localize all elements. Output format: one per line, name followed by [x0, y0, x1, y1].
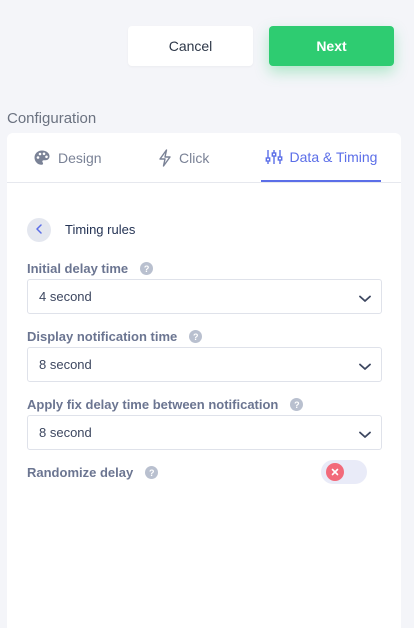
toggle-knob [326, 463, 344, 481]
lightning-icon [158, 148, 172, 167]
randomize-delay-label: Randomize delay ? [27, 465, 159, 480]
chevron-left-icon [35, 221, 43, 239]
tab-design[interactable]: Design [33, 133, 102, 182]
help-icon[interactable]: ? [145, 466, 159, 479]
initial-delay-value: 4 second [39, 289, 92, 304]
cancel-button[interactable]: Cancel [128, 26, 253, 66]
configuration-panel: Design Click Data & Timing Timing rules … [7, 133, 401, 628]
display-time-select[interactable]: 8 second [27, 347, 382, 382]
chevron-down-icon [359, 291, 371, 306]
back-button[interactable] [27, 218, 51, 242]
tab-data-timing[interactable]: Data & Timing [261, 133, 381, 182]
sliders-icon [265, 148, 283, 166]
palette-icon [33, 149, 51, 167]
fix-delay-select[interactable]: 8 second [27, 415, 382, 450]
timing-rules-title: Timing rules [65, 222, 136, 237]
next-button[interactable]: Next [269, 26, 394, 66]
tab-click-label: Click [179, 149, 210, 166]
randomize-delay-toggle[interactable] [321, 460, 367, 484]
initial-delay-label: Initial delay time ? [27, 261, 154, 276]
tab-data-timing-label: Data & Timing [289, 148, 378, 165]
chevron-down-icon [359, 427, 371, 442]
randomize-delay-label-text: Randomize delay [27, 465, 134, 480]
tab-design-label: Design [58, 149, 102, 166]
tab-bar: Design Click Data & Timing [7, 133, 401, 183]
initial-delay-select[interactable]: 4 second [27, 279, 382, 314]
chevron-down-icon [359, 359, 371, 374]
fix-delay-label-text: Apply fix delay time between notificatio… [27, 397, 279, 412]
tab-click[interactable]: Click [158, 133, 209, 182]
display-time-label-text: Display notification time [27, 329, 178, 344]
display-time-value: 8 second [39, 357, 92, 372]
fix-delay-label: Apply fix delay time between notificatio… [27, 397, 304, 412]
help-icon[interactable]: ? [140, 262, 154, 275]
fix-delay-value: 8 second [39, 425, 92, 440]
close-icon [331, 463, 339, 481]
help-icon[interactable]: ? [290, 398, 304, 411]
section-title: Configuration [7, 110, 97, 127]
help-icon[interactable]: ? [189, 330, 203, 343]
initial-delay-label-text: Initial delay time [27, 261, 129, 276]
display-time-label: Display notification time ? [27, 329, 203, 344]
